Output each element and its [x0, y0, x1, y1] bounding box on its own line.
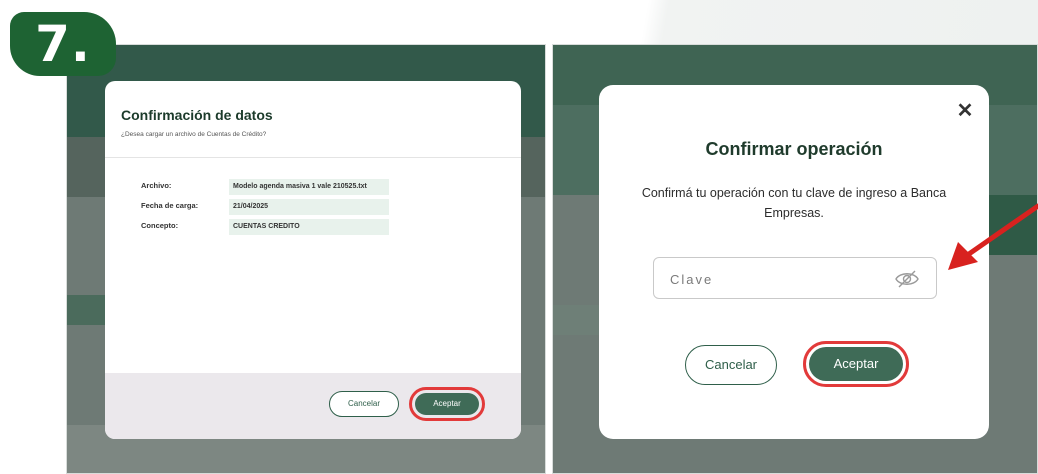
- detail-value: CUENTAS CREDITO: [229, 219, 389, 235]
- blurred-sidebar-block: [553, 305, 599, 335]
- dialog-subtitle: ¿Desea cargar un archivo de Cuentas de C…: [121, 131, 267, 138]
- confirmation-dialog: Confirmación de datos ¿Desea cargar un a…: [105, 81, 521, 439]
- accept-button[interactable]: Aceptar: [415, 393, 479, 415]
- dialog-title: Confirmar operación: [705, 139, 883, 159]
- password-field: [653, 257, 937, 299]
- detail-row-concepto: Concepto: CUENTAS CREDITO: [141, 219, 401, 235]
- close-icon[interactable]: ✕: [953, 99, 977, 123]
- blurred-sidebar-block: [67, 295, 105, 325]
- divider: [105, 157, 521, 158]
- accept-button[interactable]: Aceptar: [809, 347, 903, 381]
- dialog-title: Confirmación de datos: [121, 107, 273, 123]
- dialog-footer: Cancelar Aceptar: [105, 373, 521, 439]
- detail-label: Concepto:: [141, 221, 179, 230]
- highlight-ring: Aceptar: [803, 341, 909, 387]
- cancel-button[interactable]: Cancelar: [329, 391, 399, 417]
- highlight-ring: Aceptar: [409, 387, 485, 421]
- confirm-operation-dialog: ✕ Confirmar operación Confirmá tu operac…: [599, 85, 989, 439]
- cancel-button[interactable]: Cancelar: [685, 345, 777, 385]
- left-screenshot-panel: Confirmación de datos ¿Desea cargar un a…: [66, 44, 546, 474]
- dialog-description: Confirmá tu operación con tu clave de in…: [641, 186, 947, 220]
- step-badge: 7.: [10, 12, 116, 76]
- detail-row-fecha: Fecha de carga: 21/04/2025: [141, 199, 401, 215]
- detail-label: Archivo:: [141, 181, 172, 190]
- detail-value: Modelo agenda masiva 1 vale 210525.txt: [229, 179, 389, 195]
- detail-label: Fecha de carga:: [141, 201, 199, 210]
- pointer-arrow-icon: [948, 203, 1038, 270]
- eye-off-icon[interactable]: [894, 268, 920, 290]
- top-strip: [0, 0, 1038, 44]
- detail-row-archivo: Archivo: Modelo agenda masiva 1 vale 210…: [141, 179, 401, 195]
- detail-value: 21/04/2025: [229, 199, 389, 215]
- password-input[interactable]: [668, 268, 892, 290]
